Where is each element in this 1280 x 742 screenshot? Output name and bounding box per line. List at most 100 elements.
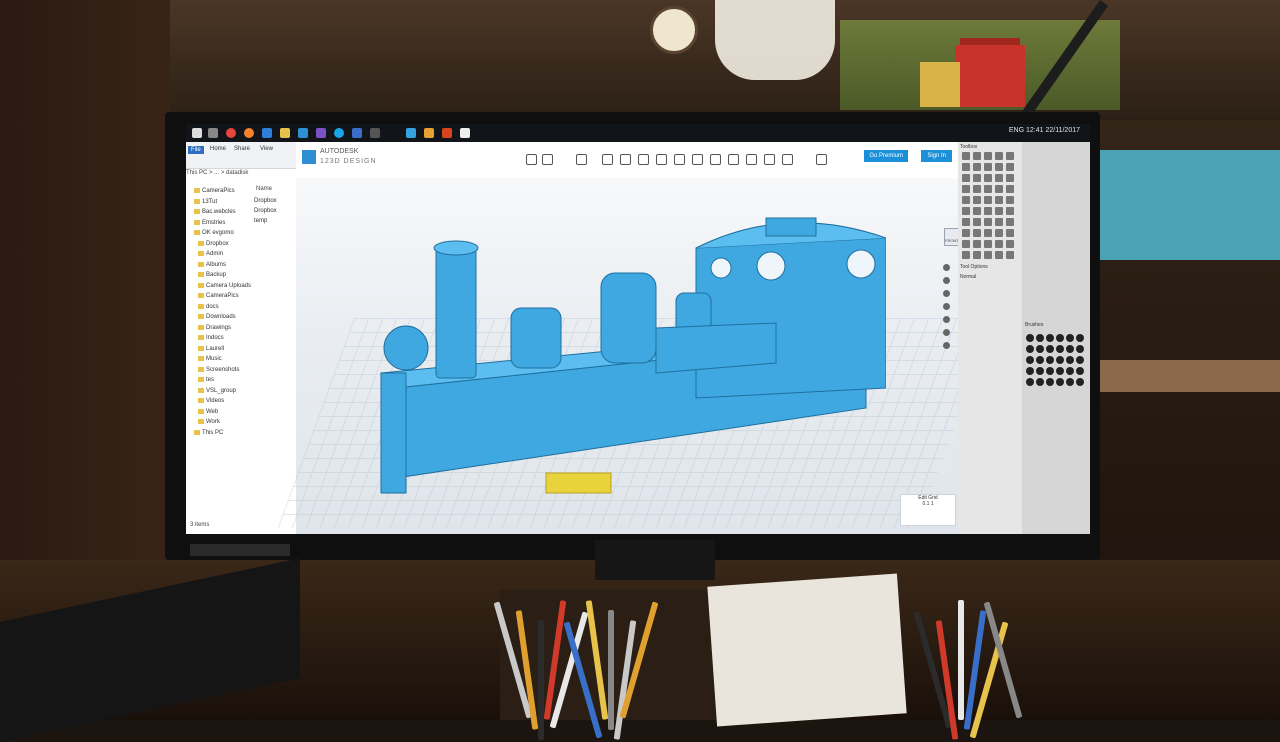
material-icon[interactable]: [782, 154, 793, 165]
front-buffer-beam[interactable]: [380, 372, 407, 494]
gimp-tool-icon[interactable]: [984, 207, 992, 215]
gimp-tool-icon[interactable]: [962, 152, 970, 160]
gimp-tool-icon[interactable]: [962, 240, 970, 248]
fit-icon[interactable]: [942, 303, 950, 310]
gimp-tool-icon[interactable]: [962, 174, 970, 182]
folder-item[interactable]: OK evgomo: [194, 230, 234, 236]
folder-item[interactable]: Videos: [198, 398, 224, 404]
brush-swatch[interactable]: [1036, 334, 1044, 342]
folder-item[interactable]: Laurell: [198, 345, 224, 352]
brush-swatch[interactable]: [1066, 378, 1074, 386]
gimp-tool-icon[interactable]: [1006, 185, 1014, 193]
folder-item[interactable]: Drawings: [198, 324, 231, 331]
chrome-icon[interactable]: [226, 128, 236, 138]
folder-item[interactable]: CameraPics: [198, 293, 239, 299]
gimp-tool-icon[interactable]: [995, 207, 1003, 215]
brush-swatch[interactable]: [1046, 345, 1054, 353]
brush-swatch[interactable]: [1076, 367, 1084, 375]
folder-item[interactable]: Dropbox: [198, 240, 229, 247]
shading-icon[interactable]: [942, 342, 950, 349]
gimp-tool-icon[interactable]: [962, 229, 970, 237]
gimp-tool-icon[interactable]: [995, 185, 1003, 193]
brush-swatch[interactable]: [1036, 378, 1044, 386]
folder-item[interactable]: Music: [198, 356, 222, 362]
gimp-tool-icon[interactable]: [1006, 251, 1014, 259]
brush-swatch[interactable]: [1076, 378, 1084, 386]
brush-swatch[interactable]: [1026, 345, 1034, 353]
brush-swatch[interactable]: [1076, 334, 1084, 342]
gimp-tool-icon[interactable]: [962, 207, 970, 215]
grid-snap-value[interactable]: 0.1: [922, 501, 929, 507]
file-list-item[interactable]: temp: [254, 218, 267, 224]
outlook-icon[interactable]: [298, 128, 308, 138]
undo-icon[interactable]: [526, 154, 537, 165]
taskview-icon[interactable]: [208, 128, 218, 138]
brush-swatch[interactable]: [1066, 367, 1074, 375]
gimp-tool-icon[interactable]: [1006, 174, 1014, 182]
brush-swatch[interactable]: [1026, 334, 1034, 342]
visibility-icon[interactable]: [942, 316, 950, 323]
folder-item[interactable]: tes: [198, 377, 214, 383]
camera-icon[interactable]: [942, 329, 950, 336]
visualstudio-icon[interactable]: [316, 128, 326, 138]
gimp-tool-icon[interactable]: [984, 251, 992, 259]
edit-grid-panel[interactable]: Edit Grid 0.1 1: [900, 494, 956, 526]
gimp-tool-icon[interactable]: [995, 196, 1003, 204]
address-bar[interactable]: This PC > ... > datadisk: [186, 170, 296, 180]
gimp-tool-icon[interactable]: [973, 185, 981, 193]
combine-icon[interactable]: [710, 154, 721, 165]
redo-icon[interactable]: [542, 154, 553, 165]
brush-swatch[interactable]: [1036, 345, 1044, 353]
brush-swatch[interactable]: [1026, 367, 1034, 375]
tab-file[interactable]: File: [188, 146, 204, 154]
locomotive-model[interactable]: [366, 188, 886, 518]
folder-item[interactable]: Admin: [198, 251, 223, 257]
text-icon[interactable]: [746, 154, 757, 165]
transform-icon[interactable]: [576, 154, 587, 165]
terminal-icon[interactable]: [370, 128, 380, 138]
folder-item[interactable]: Web: [198, 408, 218, 415]
folder-item[interactable]: Work: [198, 419, 220, 425]
folder-item[interactable]: Indocs: [198, 335, 224, 341]
brush-swatch[interactable]: [1066, 356, 1074, 364]
file-list-item[interactable]: Dropbox: [254, 208, 277, 214]
gimp-tool-icon[interactable]: [1006, 196, 1014, 204]
folder-item[interactable]: Albums: [198, 261, 226, 268]
gimp-tool-icon[interactable]: [995, 229, 1003, 237]
steam-dome[interactable]: [510, 307, 562, 369]
gimp-tool-icon[interactable]: [995, 218, 1003, 226]
system-tray[interactable]: ENG 12:41 22/11/2017: [1009, 127, 1080, 134]
modify-icon[interactable]: [656, 154, 667, 165]
sketch-icon[interactable]: [620, 154, 631, 165]
roof-vent[interactable]: [765, 217, 817, 237]
tab-view[interactable]: View: [260, 146, 273, 152]
zoom-icon[interactable]: [942, 290, 950, 297]
gimp-tool-icon[interactable]: [973, 240, 981, 248]
sign-in-button[interactable]: Sign In: [921, 150, 952, 162]
folder-item[interactable]: docs: [198, 303, 219, 310]
gimp-tool-icon[interactable]: [962, 251, 970, 259]
brush-swatch[interactable]: [1056, 367, 1064, 375]
brush-swatch[interactable]: [1066, 345, 1074, 353]
gimp-tool-icon[interactable]: [1006, 163, 1014, 171]
gimp-tool-icon[interactable]: [1006, 152, 1014, 160]
brush-swatch[interactable]: [1056, 378, 1064, 386]
brush-swatch[interactable]: [1056, 345, 1064, 353]
gimp-tool-icon[interactable]: [1006, 207, 1014, 215]
gimp-tool-icon[interactable]: [973, 152, 981, 160]
folder-item[interactable]: Camera Uploads: [198, 282, 251, 289]
folder-item[interactable]: Backup: [198, 272, 226, 278]
gimp-tool-icon[interactable]: [973, 196, 981, 204]
gimp-tool-icon[interactable]: [984, 240, 992, 248]
brush-swatch[interactable]: [1056, 334, 1064, 342]
orbit-icon[interactable]: [942, 277, 950, 284]
grid-size-value[interactable]: 1: [931, 501, 934, 507]
brush-swatch[interactable]: [1076, 356, 1084, 364]
photo-icon[interactable]: [424, 128, 434, 138]
brush-swatch[interactable]: [1036, 356, 1044, 364]
measure-icon[interactable]: [728, 154, 739, 165]
primitives-icon[interactable]: [602, 154, 613, 165]
pattern-icon[interactable]: [674, 154, 685, 165]
pan-icon[interactable]: [942, 264, 950, 271]
gimp-tool-icon[interactable]: [973, 207, 981, 215]
